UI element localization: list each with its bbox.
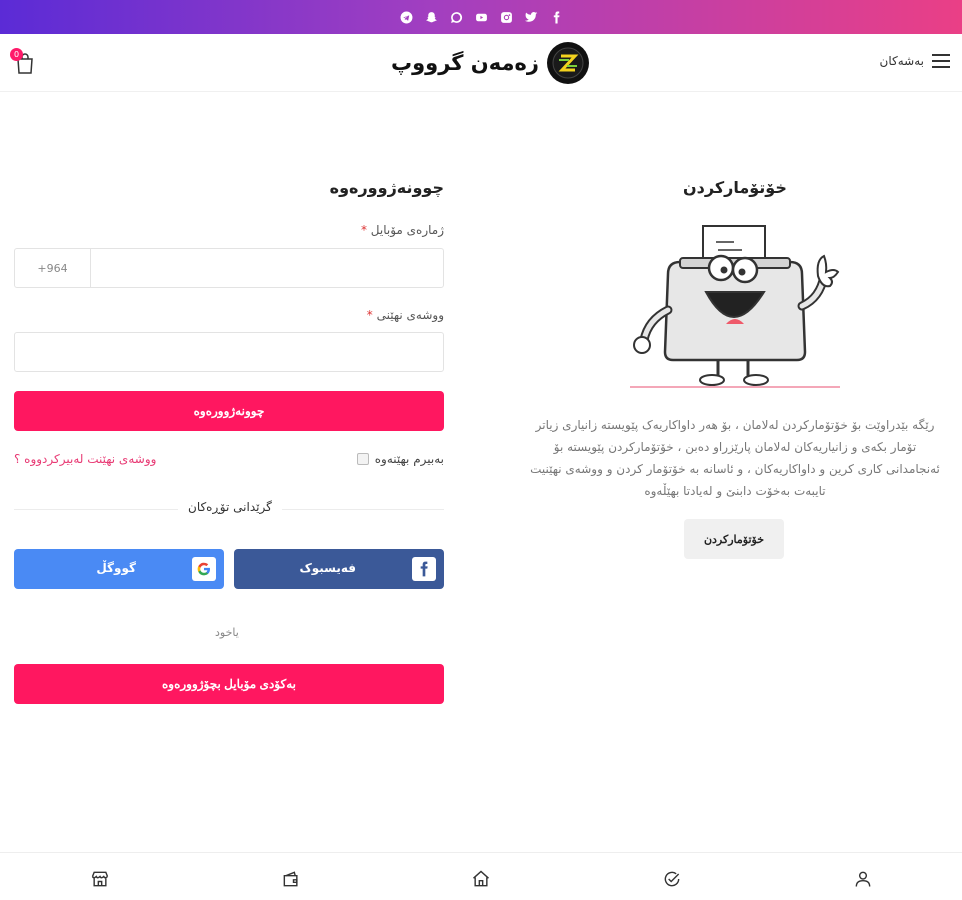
register-description: رێگە بێدراوێت بۆ خۆتۆمارکردن لەلامان ، ب… xyxy=(500,414,962,502)
facebook-login-button[interactable]: فەیسبوک xyxy=(234,549,444,589)
register-description-line: تایبەت بەخۆت دابنێ و لەیادتا بهێڵەوە xyxy=(644,484,826,498)
home-icon[interactable] xyxy=(469,867,493,891)
register-description-line: ئەنجامدانی کاری کرین و داواکاریەکان ، و … xyxy=(530,462,940,476)
remember-label: بەبیرم بهێنەوە xyxy=(374,452,444,466)
remember-me[interactable]: بەبیرم بهێنەوە xyxy=(356,452,444,466)
password-field xyxy=(14,332,444,372)
whatsapp-icon[interactable] xyxy=(449,10,463,24)
social-links xyxy=(399,10,563,24)
logo-mark-icon xyxy=(546,42,589,84)
login-title: چوونەژوورەوە xyxy=(329,178,444,197)
facebook-logo-icon xyxy=(412,557,436,581)
or-separator: یاخود xyxy=(215,626,239,639)
phone-field: +964 xyxy=(14,248,444,288)
google-login-button[interactable]: گووگڵ xyxy=(14,549,224,589)
password-label: ووشەی نهێنی * xyxy=(367,308,444,322)
phone-input[interactable] xyxy=(91,249,443,287)
required-mark: * xyxy=(360,223,367,237)
logo-text: زەمەن گرووپ xyxy=(391,51,539,75)
phone-label: ژمارەی مۆبایل * xyxy=(361,223,444,237)
social-divider-label: گرێدانی تۆڕەکان xyxy=(178,500,282,514)
hamburger-icon xyxy=(932,54,950,68)
remember-checkbox[interactable] xyxy=(356,453,369,465)
telegram-icon[interactable] xyxy=(399,10,413,24)
required-mark: * xyxy=(366,308,373,322)
phone-label-text: ژمارەی مۆبایل xyxy=(370,223,444,237)
register-title: خۆتۆمارکردن xyxy=(683,178,787,197)
forgot-password-link[interactable]: ووشەی نهێنت لەبیرکردووە ؟ xyxy=(14,452,156,466)
check-circle-icon[interactable] xyxy=(660,867,684,891)
facebook-icon[interactable] xyxy=(549,10,563,24)
top-social-bar xyxy=(0,0,962,34)
register-description-line: رێگە بێدراوێت بۆ خۆتۆمارکردن لەلامان ، ب… xyxy=(535,418,935,432)
phone-prefix: +964 xyxy=(15,249,91,287)
mobile-code-login-button[interactable]: بەکۆدی مۆبایل بچۆژوورەوە xyxy=(14,664,444,704)
wallet-icon[interactable] xyxy=(279,867,303,891)
youtube-icon[interactable] xyxy=(474,10,488,24)
password-input[interactable] xyxy=(15,333,443,371)
register-mascot-illustration xyxy=(608,220,858,392)
cart-count-badge: 0 xyxy=(10,48,23,61)
register-description-line: تۆمار بکەی و زانیاریەکان لەلامان پارێزرا… xyxy=(553,440,917,454)
instagram-icon[interactable] xyxy=(499,10,513,24)
facebook-login-label: فەیسبوک xyxy=(299,561,356,575)
site-logo[interactable]: زەمەن گرووپ xyxy=(391,42,589,84)
register-button[interactable]: خۆتۆمارکردن xyxy=(684,519,784,559)
twitter-icon[interactable] xyxy=(524,10,538,24)
cart-button[interactable]: 0 xyxy=(10,48,38,76)
site-header: بەشەکان زەمەن گرووپ 0 xyxy=(0,34,962,92)
snapchat-icon[interactable] xyxy=(424,10,438,24)
menu-label: بەشەکان xyxy=(879,54,924,68)
login-submit-button[interactable]: چوونەژوورەوە xyxy=(14,391,444,431)
store-icon[interactable] xyxy=(88,867,112,891)
password-label-text: ووشەی نهێنی xyxy=(376,308,444,322)
bottom-navigation xyxy=(0,852,962,900)
google-logo-icon xyxy=(192,557,216,581)
google-login-label: گووگڵ xyxy=(96,561,136,575)
user-icon[interactable] xyxy=(851,867,875,891)
menu-button[interactable]: بەشەکان xyxy=(880,54,950,68)
